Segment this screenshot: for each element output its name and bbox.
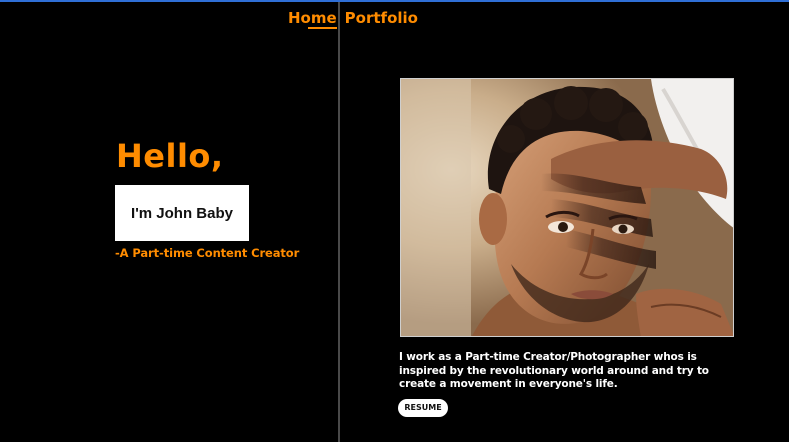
nav-item-home[interactable]: Home (288, 9, 337, 29)
nav-item-portfolio[interactable]: Portfolio (345, 9, 418, 27)
vertical-divider (338, 2, 340, 442)
portrait-photo (400, 78, 734, 337)
tagline: -A Part-time Content Creator (115, 246, 300, 260)
greeting-heading: Hello, (116, 137, 224, 175)
window-top-border (0, 0, 789, 2)
resume-button[interactable]: RESUME (398, 399, 448, 417)
name-label: I'm John Baby (131, 204, 233, 222)
portrait-photo-icon (401, 79, 733, 336)
top-nav: Home Portfolio (288, 9, 418, 29)
name-box: I'm John Baby (115, 185, 249, 241)
bio-text: I work as a Part-time Creator/Photograph… (399, 351, 709, 390)
